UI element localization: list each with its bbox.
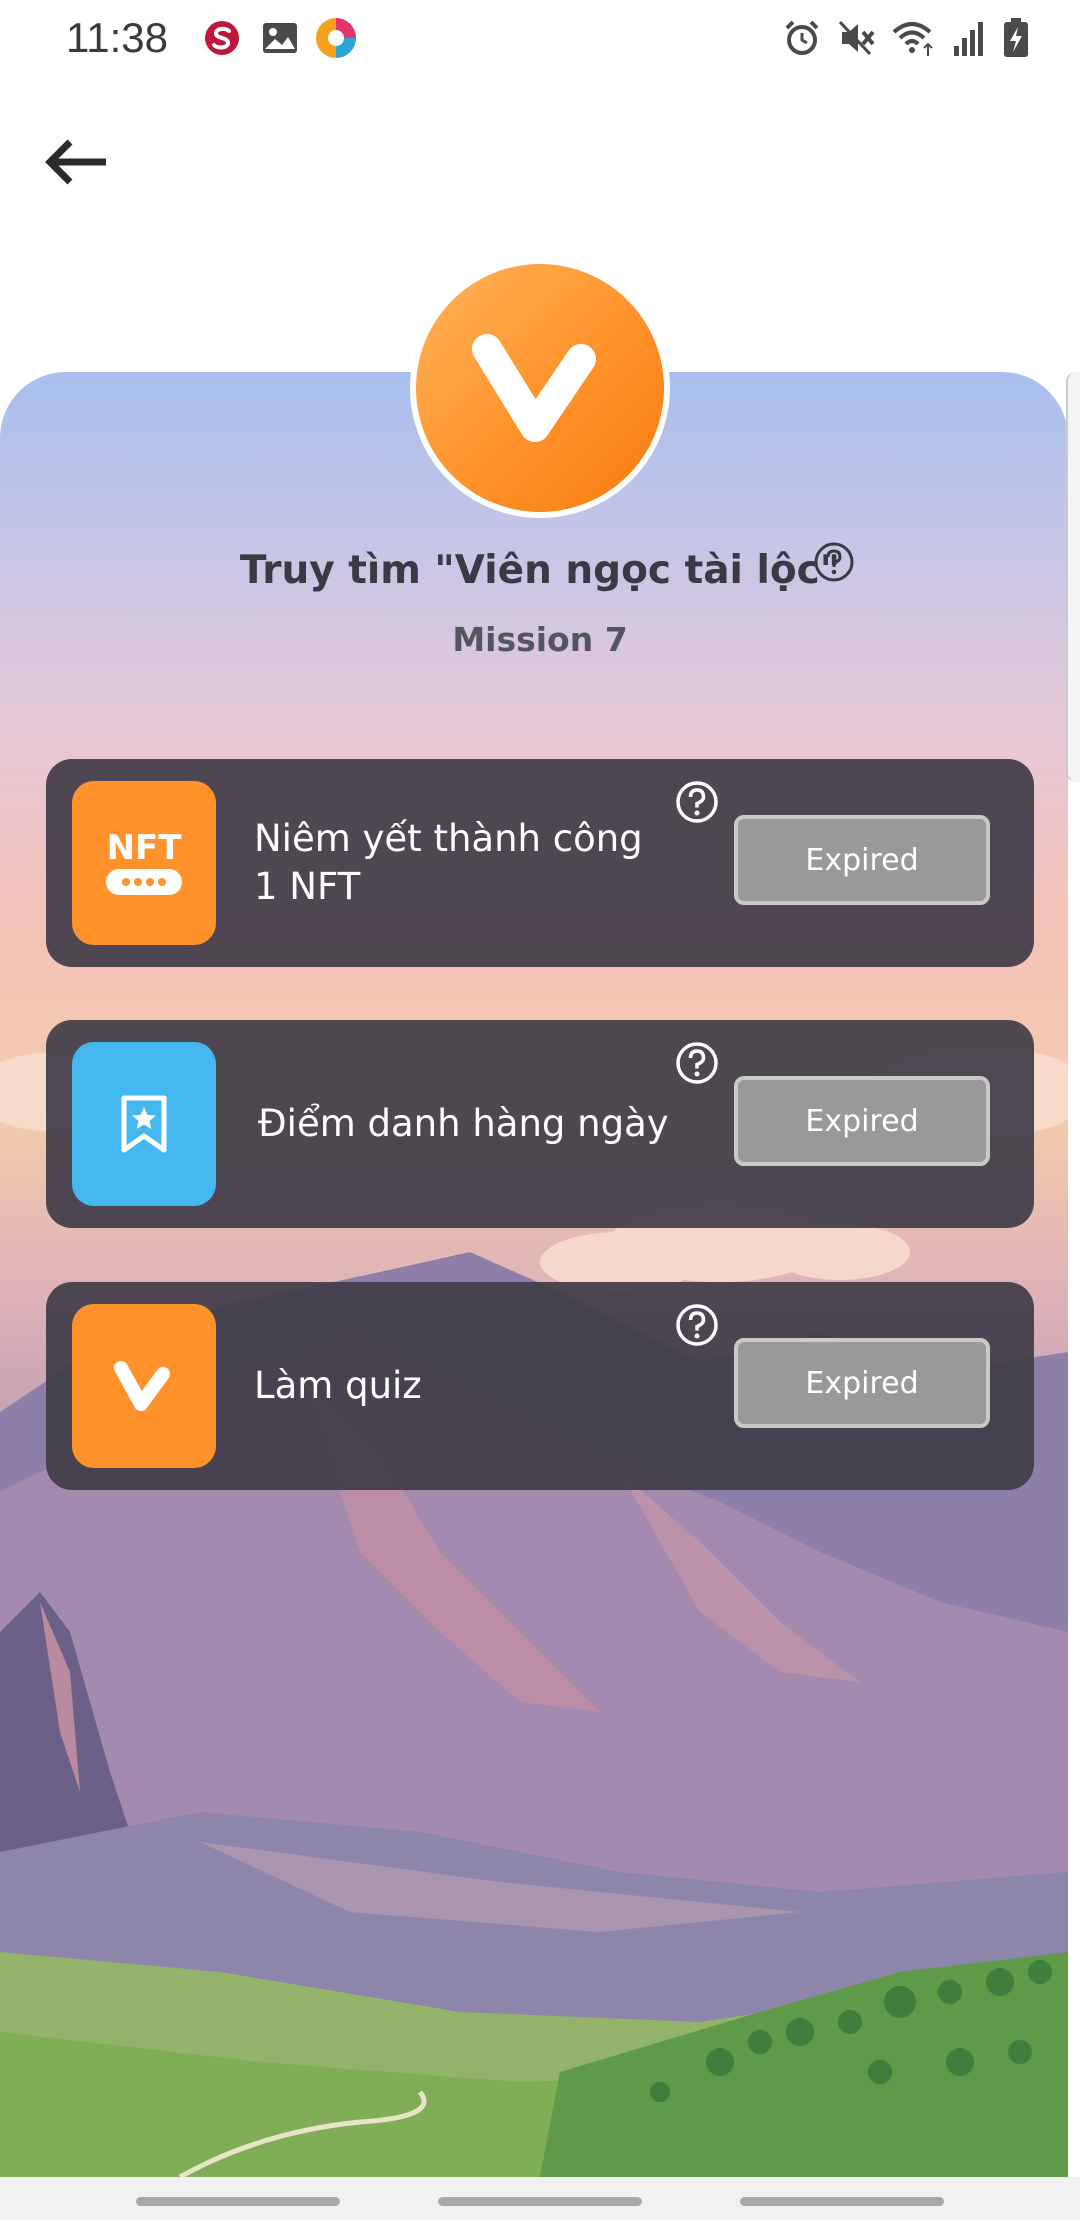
back-button[interactable] <box>38 130 114 194</box>
battery-charging-icon <box>1004 18 1028 57</box>
navigation-bar <box>0 2177 1080 2220</box>
nav-back-button[interactable] <box>740 2197 944 2206</box>
mission-number: Mission 7 <box>452 620 628 659</box>
question-circle-icon[interactable] <box>674 779 720 825</box>
svg-text:NFT: NFT <box>107 828 183 868</box>
question-circle-icon[interactable] <box>812 540 856 584</box>
task-label: Niêm yết thành công 1 NFT <box>254 817 643 908</box>
nav-home-button[interactable] <box>438 2197 642 2206</box>
status-bar: 11:38 <box>0 0 1080 76</box>
expired-button[interactable]: Expired <box>734 815 990 905</box>
expired-button[interactable]: Expired <box>734 1076 990 1166</box>
v-logo-icon <box>72 1304 216 1468</box>
task-label: Làm quiz <box>254 1364 422 1407</box>
task-row-nft: NFT Niêm yết thành công 1 NFT Expired <box>46 759 1034 967</box>
signal-icon <box>954 22 983 56</box>
status-icons <box>782 14 1030 62</box>
v-logo-icon <box>472 334 596 442</box>
question-circle-icon[interactable] <box>674 1040 720 1086</box>
arrow-left-icon <box>45 139 106 185</box>
mission-title: Truy tìm "Viên ngọc tài lộc" <box>239 548 841 593</box>
gallery-icon <box>263 23 297 53</box>
mission-title-row: Truy tìm "Viên ngọc tài lộc" <box>0 548 1080 593</box>
task-row-quiz: Làm quiz Expired <box>46 1282 1034 1490</box>
wifi-icon <box>892 22 933 56</box>
task-row-checkin: Điểm danh hàng ngày Expired <box>46 1020 1034 1228</box>
question-circle-icon[interactable] <box>674 1302 720 1348</box>
bookmark-star-icon <box>72 1042 216 1206</box>
mute-icon <box>838 20 875 56</box>
expired-button[interactable]: Expired <box>734 1338 990 1428</box>
nav-recents-button[interactable] <box>136 2197 340 2206</box>
mission-logo <box>410 258 670 518</box>
task-label: Điểm danh hàng ngày <box>258 1102 669 1145</box>
s-app-icon <box>205 21 239 55</box>
nft-icon: NFT <box>72 781 216 945</box>
status-time: 11:38 <box>66 14 168 61</box>
browser-app-icon <box>316 18 356 58</box>
alarm-icon <box>785 20 819 55</box>
